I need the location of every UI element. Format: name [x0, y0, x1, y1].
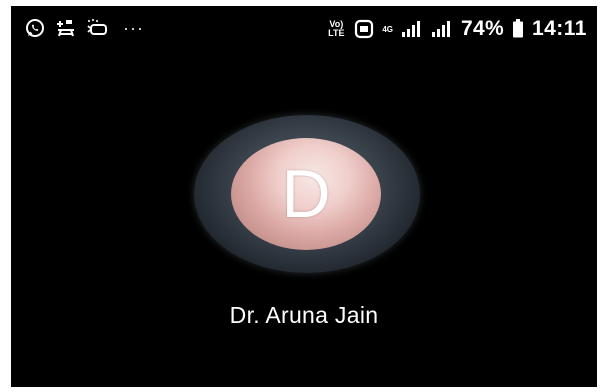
status-clock: 14:11 — [531, 17, 587, 40]
sync-notification-icon — [55, 18, 77, 38]
battery-icon — [512, 19, 524, 39]
battery-percentage: 74% — [461, 17, 504, 40]
status-bar: ··· Vo) LTE 4G 74% 14:11 — [11, 6, 597, 54]
avatar-initial: D — [281, 156, 331, 232]
system-indicators: Vo) LTE 4G 74% 14:11 — [326, 17, 587, 41]
screen-cast-icon — [87, 18, 109, 38]
screenshot-icon — [354, 19, 374, 39]
contact-name: Dr. Aruna Jain — [229, 302, 379, 328]
whatsapp-icon — [25, 18, 45, 38]
network-type-indicator: 4G — [382, 24, 393, 34]
notification-icons: ··· — [25, 18, 144, 38]
call-screen: ··· Vo) LTE 4G 74% 14:11 D Dr. Aruna Jai… — [11, 6, 597, 387]
signal-strength-icon-2 — [431, 20, 453, 38]
volte-indicator: Vo) LTE — [328, 19, 345, 38]
signal-strength-icon — [401, 20, 423, 38]
more-notifications-indicator: ··· — [123, 18, 144, 38]
